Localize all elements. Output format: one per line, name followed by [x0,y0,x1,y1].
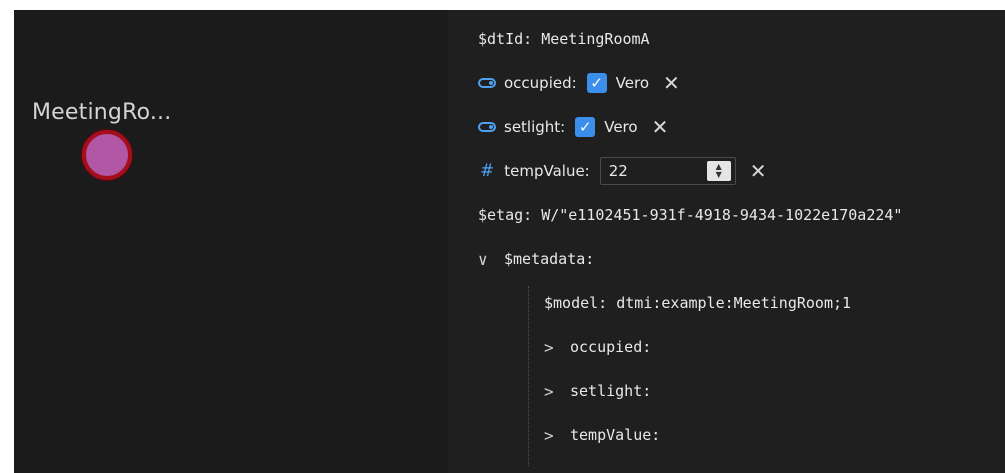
metadata-child-tempvalue[interactable]: > tempValue: [544,421,660,449]
toggle-icon [478,122,496,132]
twin-node-label: MeetingRo... [32,100,172,125]
tempvalue-number-input[interactable]: 22 ▲ ▼ [599,157,736,185]
hash-icon: # [480,161,495,181]
twin-explorer-window: MeetingRo... $dtId: MeetingRoomA occupie… [14,10,1005,473]
setlight-row: setlight: ✓ Vero ✕ [478,113,668,141]
metadata-child-occupied[interactable]: > occupied: [544,333,651,361]
metadata-child-label: tempValue: [570,426,661,444]
metadata-child-setlight[interactable]: > setlight: [544,377,651,405]
dtid-row: $dtId: MeetingRoomA [478,30,650,48]
metadata-row[interactable]: ∨ $metadata: [478,245,594,273]
tree-indent-guide [528,286,529,466]
tempvalue-row: # tempValue: 22 ▲ ▼ ✕ [478,157,767,185]
occupied-checkbox[interactable]: ✓ [586,73,607,93]
occupied-row: occupied: ✓ Vero ✕ [478,69,680,97]
setlight-checkbox[interactable]: ✓ [575,117,596,137]
twin-graph-pane[interactable]: MeetingRo... [14,10,448,473]
occupied-remove-icon[interactable]: ✕ [663,71,680,95]
toggle-icon [478,78,496,88]
chevron-right-icon[interactable]: > [544,338,562,357]
twin-node-meetingrooma[interactable] [82,130,132,180]
chevron-right-icon[interactable]: > [544,382,562,401]
metadata-child-label: setlight: [570,382,652,400]
chevron-down-icon[interactable]: ▼ [716,171,722,179]
setlight-remove-icon[interactable]: ✕ [652,115,669,139]
tempvalue-label: tempValue: [504,162,590,180]
occupied-label: occupied: [504,74,577,92]
metadata-label: $metadata: [504,250,595,268]
setlight-value-text: Vero [604,118,638,136]
tempvalue-remove-icon[interactable]: ✕ [750,159,767,183]
chevron-right-icon[interactable]: > [544,426,562,445]
setlight-label: setlight: [504,118,566,136]
occupied-value-text: Vero [615,74,650,92]
metadata-model-row: $model: dtmi:example:MeetingRoom;1 [544,294,852,312]
property-inspector-pane: $dtId: MeetingRoomA occupied: ✓ Vero ✕ s… [448,10,1005,473]
tempvalue-input-value: 22 [608,162,628,180]
chevron-down-icon[interactable]: ∨ [478,250,496,269]
tempvalue-stepper[interactable]: ▲ ▼ [706,161,731,181]
metadata-child-label: occupied: [570,338,652,356]
etag-row: $etag: W/"e1102451-931f-4918-9434-1022e1… [478,206,903,224]
